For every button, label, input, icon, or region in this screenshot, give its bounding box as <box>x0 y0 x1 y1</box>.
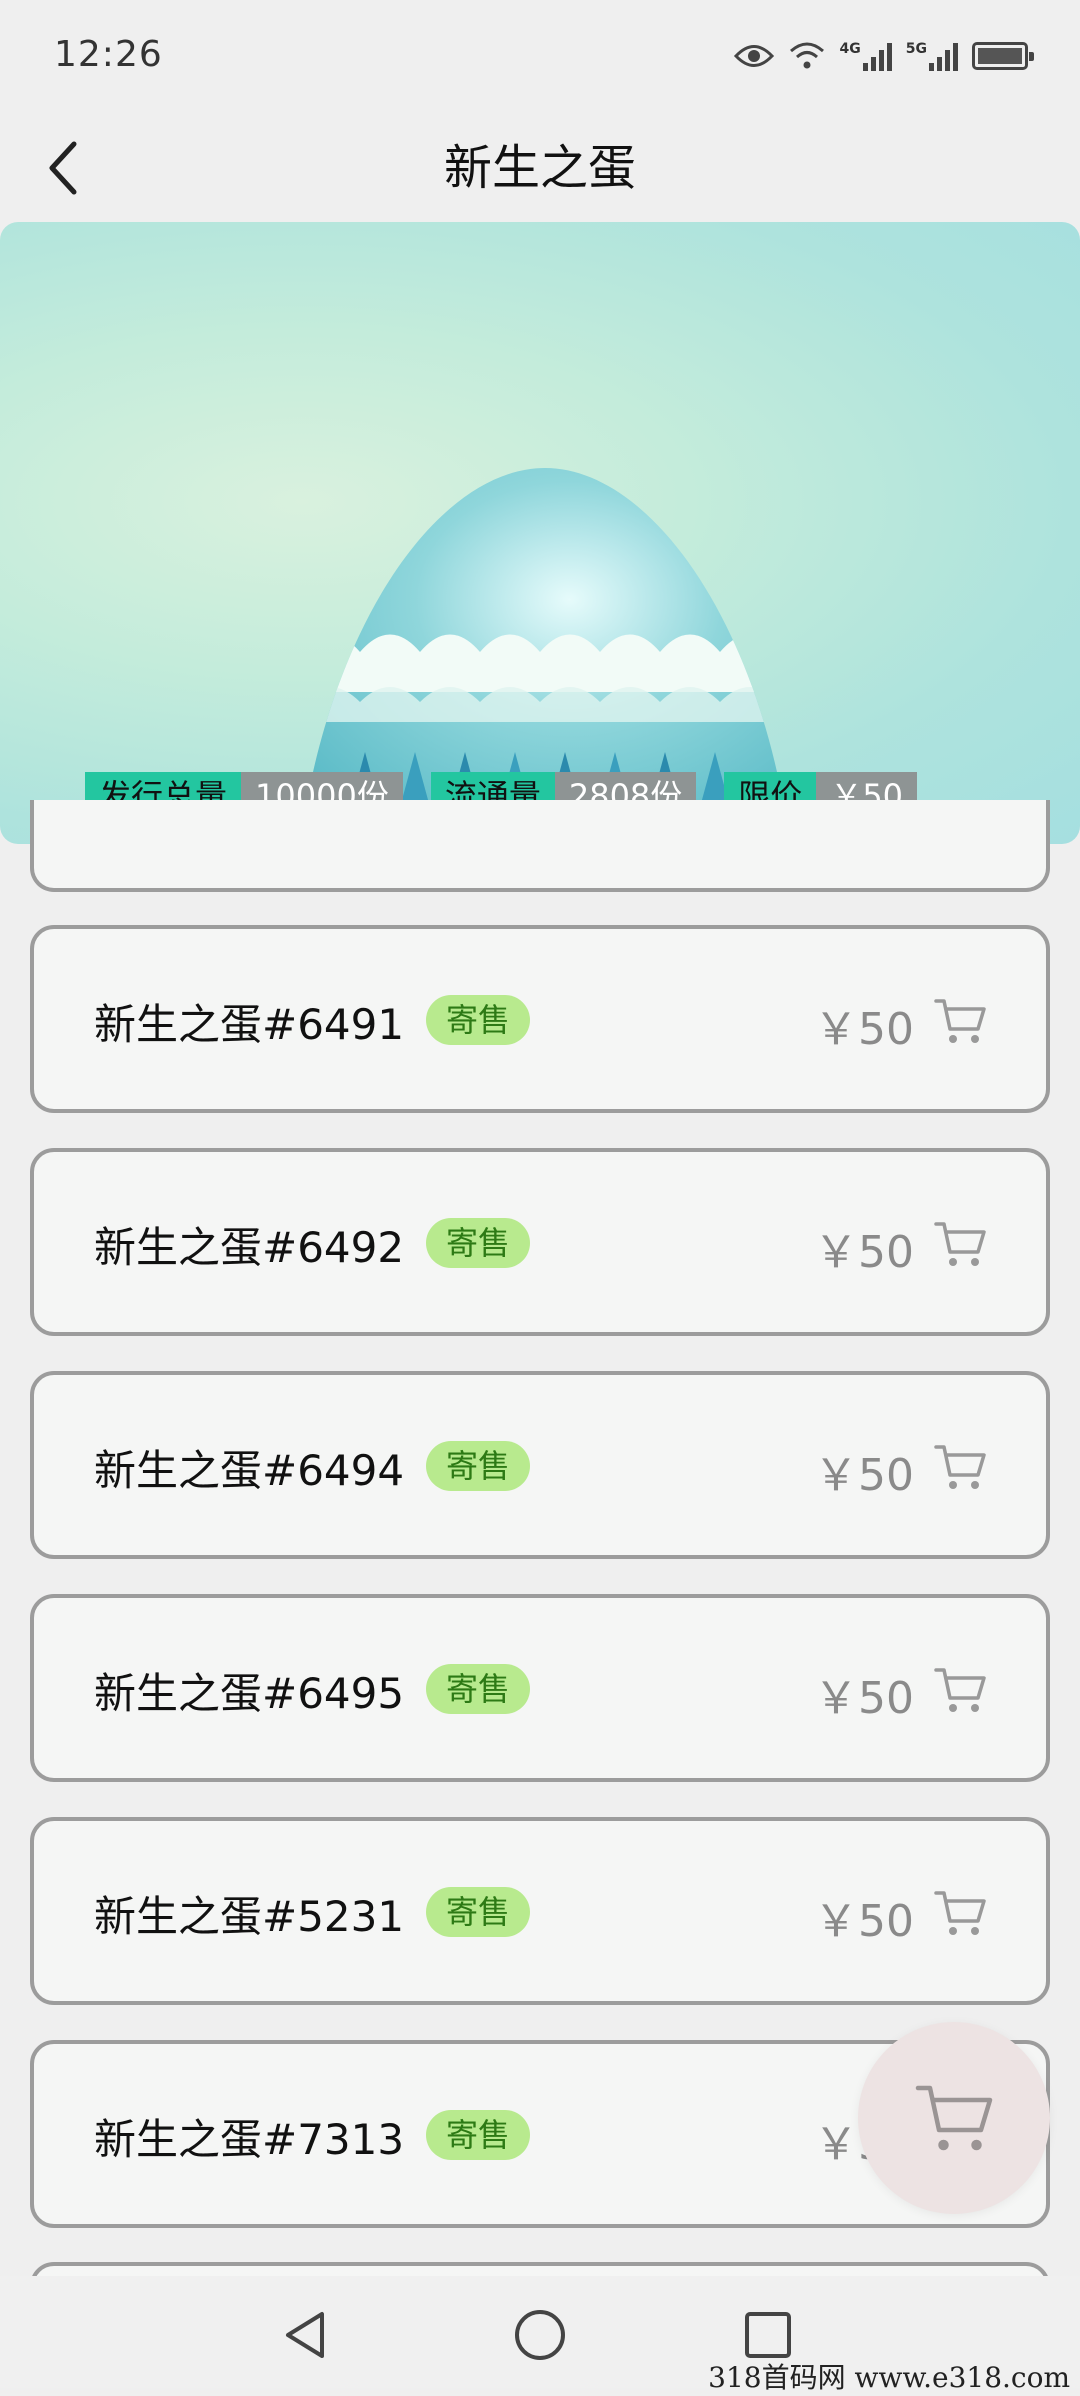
consignment-badge: 寄售 <box>426 1887 531 1937</box>
item-name: 新生之蛋#6495 <box>94 1669 405 1718</box>
signal-5g-icon: 5G <box>906 41 958 71</box>
battery-icon <box>972 42 1034 70</box>
signal-4g-icon: 4G <box>840 41 892 71</box>
cart-icon[interactable] <box>932 1664 988 1716</box>
item-price: ￥50 <box>814 1227 914 1278</box>
cart-icon[interactable] <box>932 995 988 1047</box>
watermark: 318首码网 www.e318.com <box>708 2361 1070 2394</box>
list-item[interactable]: 新生之蛋#6494 寄售 ￥50 <box>30 1371 1050 1559</box>
status-time: 12:26 <box>54 34 163 75</box>
nav-home-icon[interactable] <box>505 2300 575 2370</box>
list-item[interactable]: 新生之蛋#6495 寄售 ￥50 <box>30 1594 1050 1782</box>
item-price: ￥50 <box>814 1450 914 1501</box>
network-type-label: 5G <box>905 41 927 57</box>
list-item[interactable]: 新生之蛋#5231 寄售 ￥50 <box>30 1817 1050 2005</box>
item-name: 新生之蛋#6491 <box>94 1000 405 1049</box>
item-price: ￥50 <box>814 1896 914 1947</box>
page-title: 新生之蛋 <box>443 140 636 196</box>
cart-icon[interactable] <box>932 1441 988 1493</box>
network-type-label: 4G <box>839 41 861 57</box>
status-icons: 4G 5G <box>733 36 1034 76</box>
list-item[interactable]: 新生之蛋#6491 寄售 ￥50 <box>30 925 1050 1113</box>
list-item[interactable]: 新生之蛋#6492 寄售 ￥50 <box>30 1148 1050 1336</box>
item-price: ￥50 <box>814 1673 914 1724</box>
item-name: 新生之蛋#7313 <box>94 2115 405 2164</box>
wifi-icon <box>789 42 824 69</box>
item-name: 新生之蛋#5231 <box>94 1892 405 1941</box>
consignment-badge: 寄售 <box>426 1664 531 1714</box>
consignment-badge: 寄售 <box>426 1218 531 1268</box>
consignment-badge: 寄售 <box>426 995 531 1045</box>
cart-icon[interactable] <box>932 1887 988 1939</box>
floating-cart-button[interactable] <box>858 2022 1050 2214</box>
list-item-partial[interactable] <box>30 800 1050 892</box>
nav-back-icon[interactable] <box>272 2300 342 2370</box>
egg-illustration <box>300 468 790 844</box>
consignment-badge: 寄售 <box>426 1441 531 1491</box>
item-name: 新生之蛋#6492 <box>94 1223 405 1272</box>
eye-icon <box>733 45 774 67</box>
consignment-badge: 寄售 <box>426 2110 531 2160</box>
cart-icon <box>915 2085 993 2151</box>
hero-banner: 发行总量 10000份 流通量 2808份 限价 ￥50 <box>0 222 1080 844</box>
item-name: 新生之蛋#6494 <box>94 1446 405 1495</box>
item-price: ￥50 <box>814 1004 914 1055</box>
header: 新生之蛋 <box>0 110 1080 222</box>
status-bar: 12:26 4G 5G <box>0 0 1080 110</box>
cart-icon[interactable] <box>932 1218 988 1270</box>
